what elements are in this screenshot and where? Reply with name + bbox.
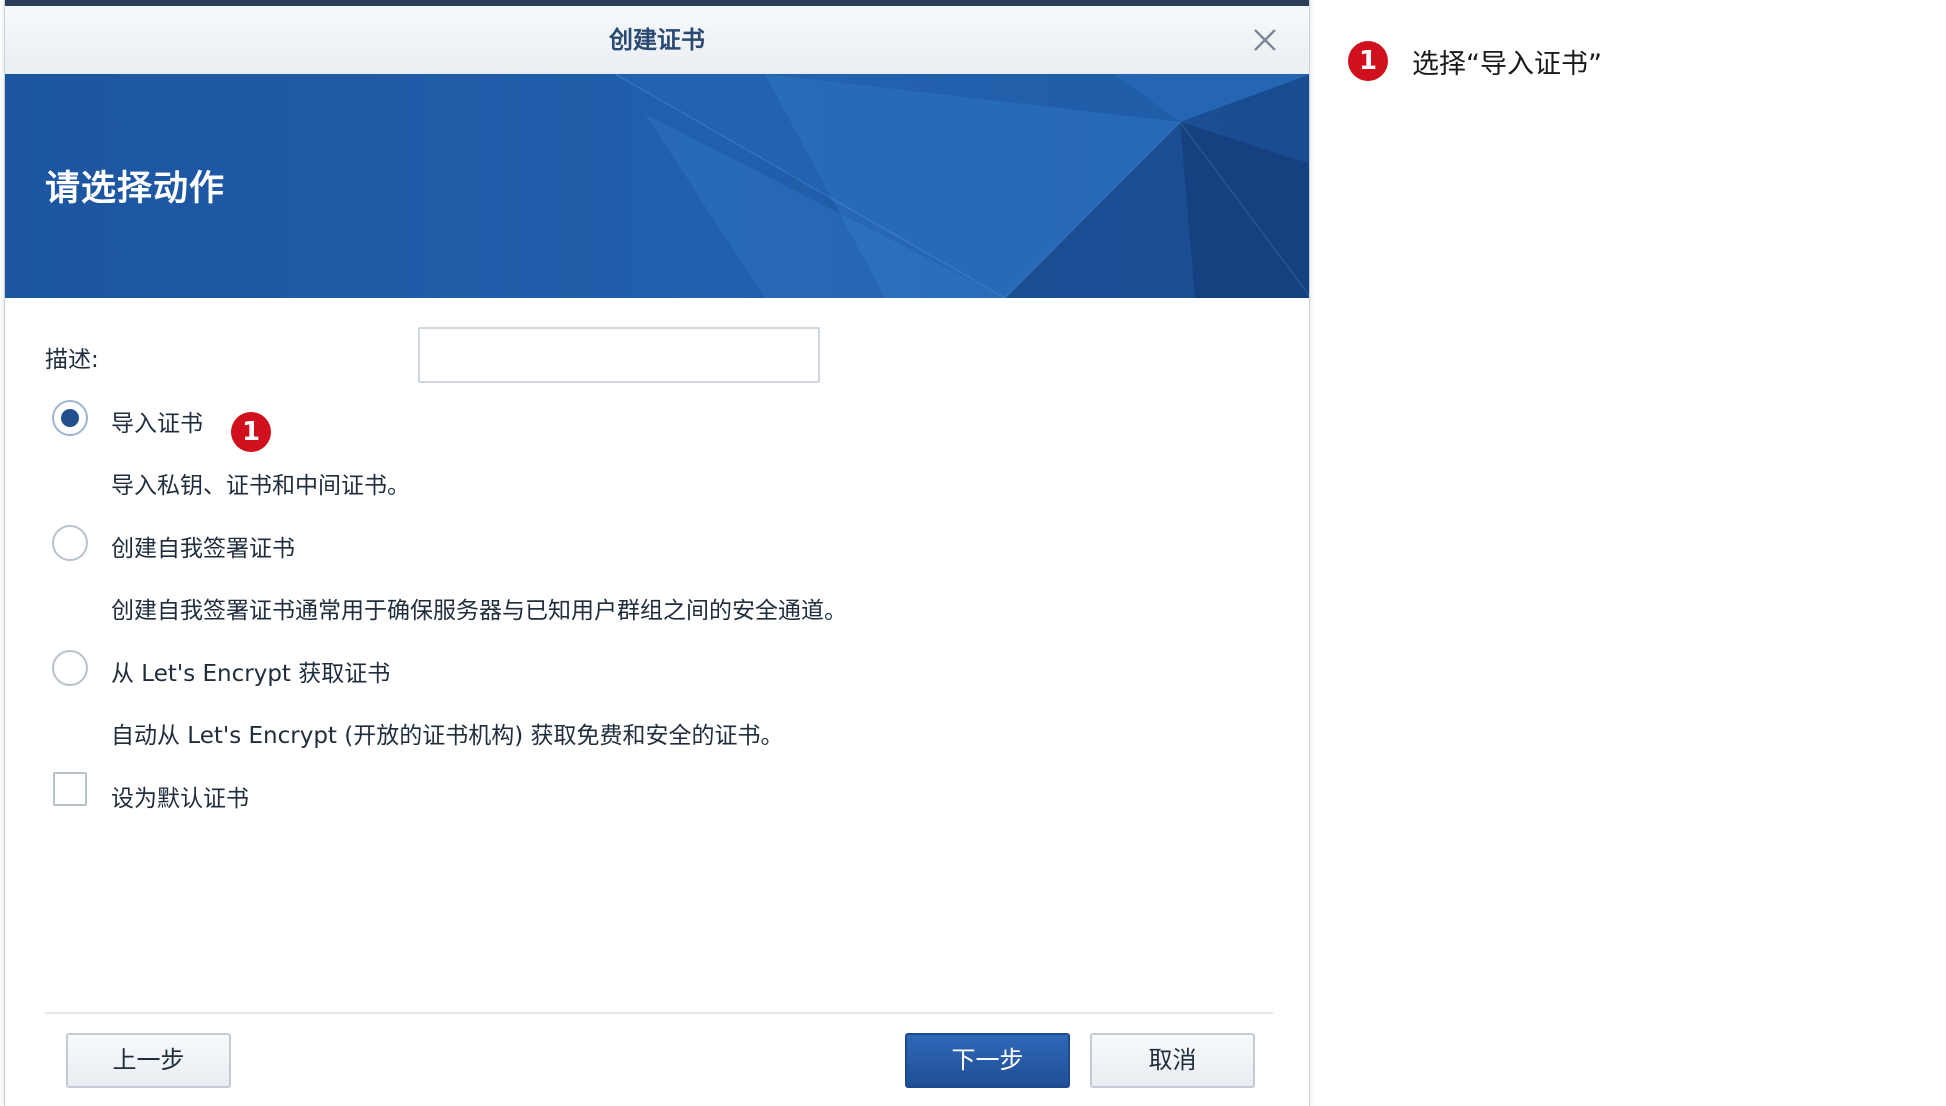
back-button[interactable]: 上一步 [66, 1033, 231, 1088]
default-certificate-label[interactable]: 设为默认证书 [111, 779, 249, 813]
description-label: 描述: [45, 347, 99, 373]
banner-title: 请选择动作 [45, 169, 226, 209]
option-desc-lets-encrypt: 自动从 Let's Encrypt (开放的证书机构) 获取免费和安全的证书。 [111, 723, 784, 749]
dialog-titlebar: 创建证书 [5, 6, 1309, 75]
annotation-badge: 1 [1348, 41, 1388, 81]
create-certificate-dialog: 创建证书 请选择动作 描述: 导入证书 1 导入私钥、证书和中间证书。 创建自我… [4, 0, 1310, 1106]
option-label-self-signed-certificate[interactable]: 创建自我签署证书 [111, 529, 295, 563]
next-button[interactable]: 下一步 [905, 1033, 1070, 1088]
description-input[interactable] [418, 327, 820, 383]
annotation-text: 选择“导入证书” [1412, 49, 1602, 80]
radio-self-signed-certificate[interactable] [52, 525, 88, 561]
close-icon [1254, 29, 1276, 51]
option-label-lets-encrypt[interactable]: 从 Let's Encrypt 获取证书 [111, 654, 390, 688]
default-certificate-checkbox[interactable] [53, 772, 87, 806]
option-label-import-certificate[interactable]: 导入证书 [111, 404, 203, 438]
radio-import-certificate[interactable] [52, 400, 88, 436]
radio-lets-encrypt[interactable] [52, 650, 88, 686]
dialog-title: 创建证书 [609, 26, 705, 54]
option-desc-import-certificate: 导入私钥、证书和中间证书。 [111, 473, 410, 499]
close-button[interactable] [1249, 24, 1281, 56]
cancel-button[interactable]: 取消 [1090, 1033, 1255, 1088]
wizard-banner: 请选择动作 [5, 74, 1309, 298]
option-desc-self-signed-certificate: 创建自我签署证书通常用于确保服务器与已知用户群组之间的安全通道。 [111, 598, 847, 624]
radio-selected-dot [61, 409, 79, 427]
footer-divider [45, 1012, 1273, 1014]
step-badge: 1 [231, 412, 271, 452]
